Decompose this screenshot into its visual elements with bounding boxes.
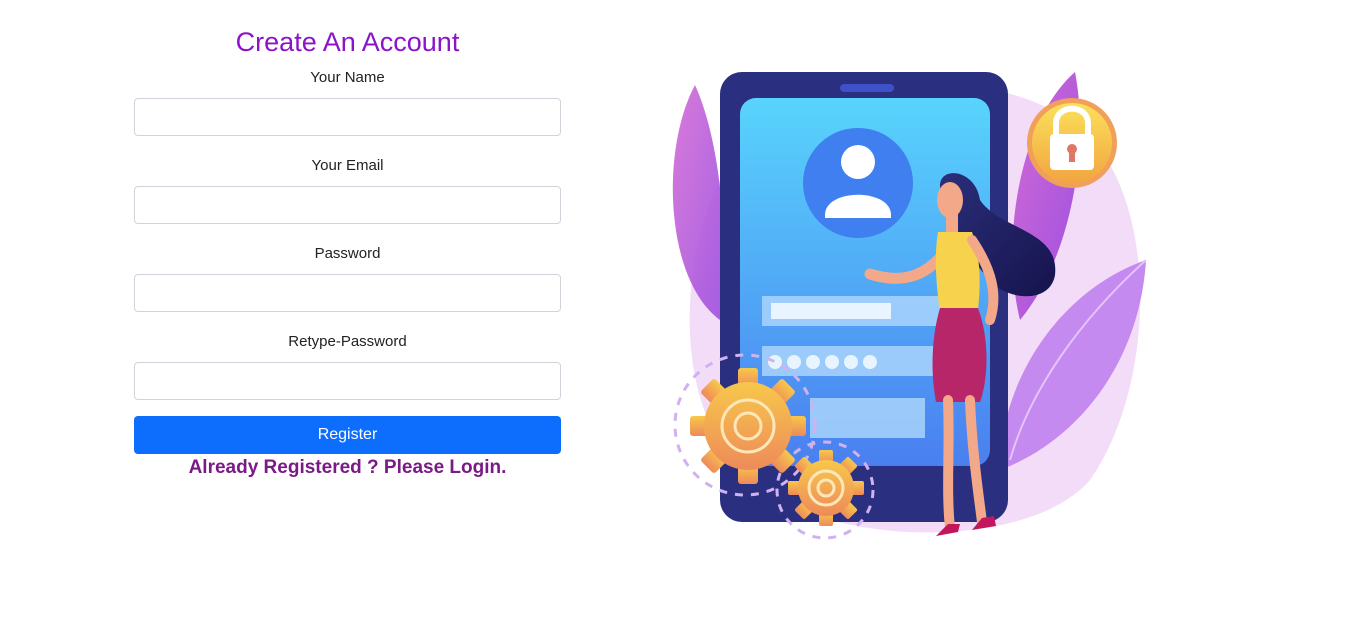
retype-password-label: Retype-Password [288,333,407,350]
name-label: Your Name [310,69,385,86]
password-input[interactable] [134,274,561,312]
retype-password-input[interactable] [134,362,561,400]
register-illustration [672,72,1147,540]
login-link[interactable]: Already Registered ? Please Login. [134,455,561,481]
register-button[interactable]: Register [134,416,561,454]
screen-bar-3 [810,398,925,438]
email-input[interactable] [134,186,561,224]
user-avatar-icon [803,128,913,238]
email-label: Your Email [311,157,384,174]
name-input[interactable] [134,98,561,136]
small-gear-icon [788,450,864,526]
phone-speaker [840,84,894,92]
page-title: Create An Account [235,27,460,57]
register-form: Create An Account Your Name Your Email P… [134,24,561,481]
leaf-left [672,85,724,320]
register-page: Create An Account Your Name Your Email P… [0,0,1360,626]
gear-icon [690,368,806,484]
password-label: Password [314,245,381,262]
